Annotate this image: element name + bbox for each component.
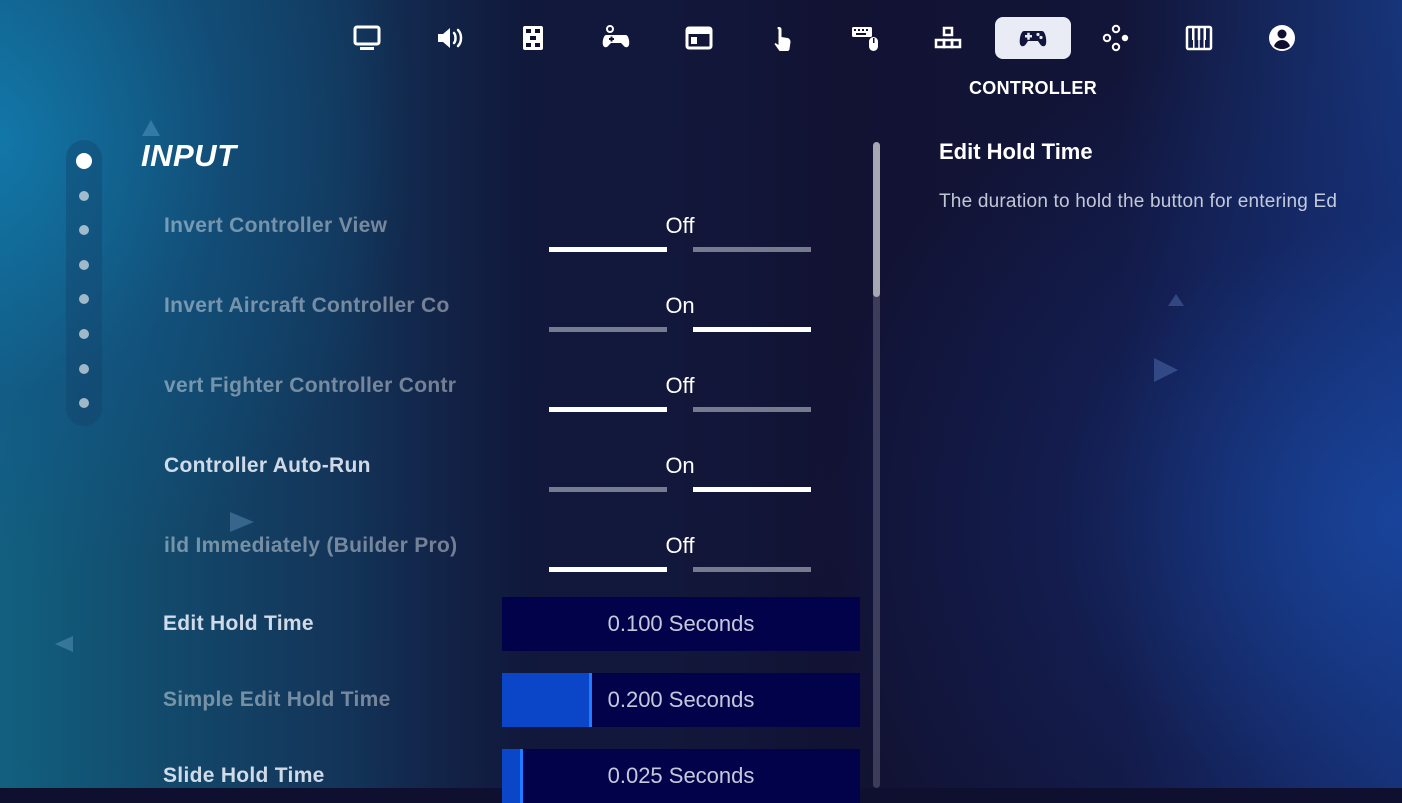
- toggle-segment-off: [549, 567, 667, 572]
- accessibility-grid-icon: [523, 26, 543, 50]
- toggle-segment-on: [693, 327, 811, 332]
- tab-controller[interactable]: [995, 17, 1071, 59]
- controller-icon: [1019, 31, 1047, 47]
- blocks-icon: [934, 26, 962, 49]
- invert-view-toggle[interactable]: Off: [549, 213, 811, 263]
- slider-value: 0.025 Seconds: [607, 763, 755, 788]
- monitor-icon: [353, 25, 381, 50]
- page-dot[interactable]: [79, 191, 89, 201]
- slide-hold-slider[interactable]: 0.025 Seconds: [502, 749, 860, 803]
- toggle-value: Off: [665, 533, 695, 558]
- page-dot[interactable]: [79, 225, 89, 235]
- slide-hold-label: Slide Hold Time: [163, 764, 325, 787]
- decor-triangle: [1154, 358, 1178, 382]
- page-dot[interactable]: [79, 398, 89, 408]
- section-title: INPUT: [141, 138, 237, 173]
- tab-ui[interactable]: [661, 17, 737, 59]
- section-page-indicator: [66, 140, 102, 426]
- auto-run-toggle[interactable]: On: [549, 453, 811, 503]
- tab-building[interactable]: [910, 17, 986, 59]
- tab-controller-binds[interactable]: [1078, 17, 1154, 59]
- tab-fortnite-festival[interactable]: [1161, 17, 1237, 59]
- invert-view-label: Invert Controller View: [164, 214, 388, 237]
- piano-keys-icon: [1185, 25, 1213, 51]
- dpad-icon: [1102, 24, 1129, 52]
- toggle-value: Off: [665, 213, 695, 238]
- description-title: Edit Hold Time: [939, 139, 1093, 164]
- speaker-icon: [438, 28, 463, 48]
- build-immediately-toggle[interactable]: Off: [549, 533, 811, 583]
- gamepad-touch-icon: [602, 25, 630, 48]
- page-dot[interactable]: [79, 260, 89, 270]
- touch-hand-icon: [774, 27, 791, 51]
- page-dot[interactable]: [76, 153, 92, 169]
- account-icon: [1269, 25, 1295, 51]
- toggle-segment-off: [549, 247, 667, 252]
- invert-aircraft-toggle[interactable]: On: [549, 293, 811, 343]
- edit-hold-label: Edit Hold Time: [163, 612, 314, 635]
- toggle-segment-off: [549, 327, 667, 332]
- settings-scrollbar[interactable]: [873, 142, 880, 788]
- toggle-value: On: [665, 293, 695, 318]
- invert-aircraft-label: Invert Aircraft Controller Co: [164, 294, 450, 317]
- keyboard-mouse-icon: [852, 27, 878, 51]
- tab-display[interactable]: [329, 17, 405, 59]
- page-dot[interactable]: [79, 329, 89, 339]
- toggle-segment-on: [693, 567, 811, 572]
- simple-edit-hold-label: Simple Edit Hold Time: [163, 688, 391, 711]
- invert-fighter-label: vert Fighter Controller Contr: [164, 374, 457, 397]
- toggle-segment-on: [693, 247, 811, 252]
- tab-account[interactable]: [1244, 17, 1320, 59]
- window-icon: [685, 26, 713, 50]
- description-text: The duration to hold the button for ente…: [939, 191, 1338, 212]
- auto-run-label: Controller Auto-Run: [164, 454, 371, 477]
- page-dot[interactable]: [79, 294, 89, 304]
- decor-triangle: [142, 120, 160, 136]
- build-immediately-label: ild Immediately (Builder Pro): [164, 534, 458, 557]
- tab-keyboard-mouse[interactable]: [827, 17, 903, 59]
- tab-game[interactable]: [578, 17, 654, 59]
- toggle-value: Off: [665, 373, 695, 398]
- tab-touch[interactable]: [744, 17, 820, 59]
- toggle-value: On: [665, 453, 695, 478]
- simple-edit-hold-slider[interactable]: 0.200 Seconds: [502, 673, 860, 727]
- scrollbar-thumb[interactable]: [873, 142, 880, 297]
- toggle-segment-on: [693, 487, 811, 492]
- toggle-segment-off: [549, 407, 667, 412]
- toggle-segment-off: [549, 487, 667, 492]
- active-tab-label: CONTROLLER: [969, 78, 1097, 98]
- slider-value: 0.200 Seconds: [607, 687, 755, 712]
- toggle-segment-on: [693, 407, 811, 412]
- decor-triangle: [55, 636, 73, 652]
- decor-triangle: [1168, 294, 1184, 306]
- page-dot[interactable]: [79, 364, 89, 374]
- edit-hold-slider[interactable]: 0.100 Seconds: [502, 597, 860, 651]
- decor-triangle: [230, 512, 254, 532]
- tab-audio[interactable]: [412, 17, 488, 59]
- tab-accessibility[interactable]: [495, 17, 571, 59]
- invert-fighter-toggle[interactable]: Off: [549, 373, 811, 423]
- slider-value: 0.100 Seconds: [607, 611, 755, 636]
